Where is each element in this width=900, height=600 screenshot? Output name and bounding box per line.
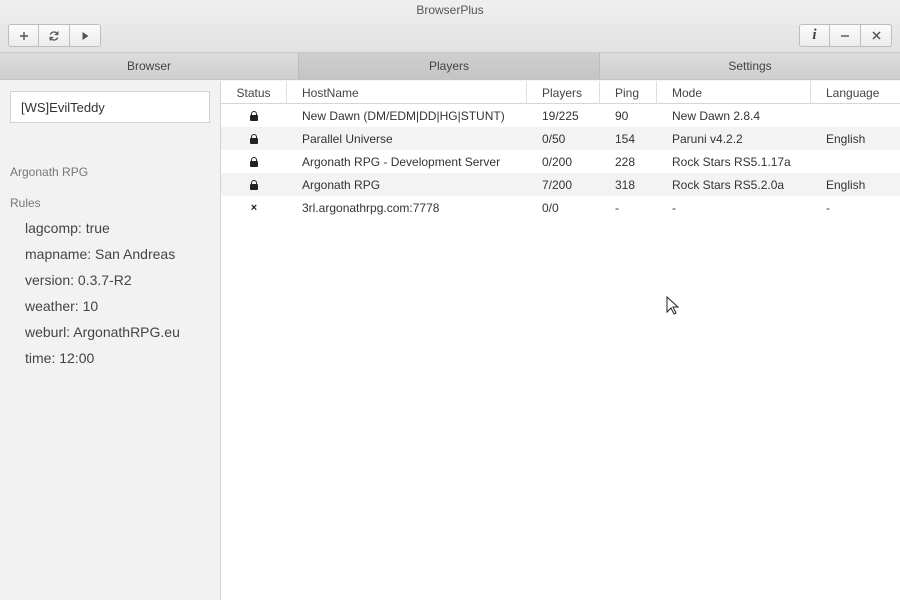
table-row[interactable]: Argonath RPG 7/200 318 Rock Stars RS5.2.…	[221, 173, 900, 196]
mode-cell: New Dawn 2.8.4	[672, 108, 761, 123]
info-icon: i	[812, 27, 817, 43]
info-button[interactable]: i	[799, 24, 830, 47]
language-cell	[811, 104, 900, 127]
ping-cell: 154	[615, 131, 636, 146]
status-cell	[221, 150, 287, 173]
language-cell: English	[826, 131, 866, 146]
close-icon	[871, 31, 881, 40]
tab-players[interactable]: Players	[299, 53, 600, 79]
players-cell: 0/200	[542, 154, 573, 169]
add-server-button[interactable]	[8, 24, 39, 47]
language-cell: -	[826, 200, 830, 215]
tab-bar: Browser Players Settings	[0, 53, 900, 80]
mode-cell: Rock Stars RS5.1.17a	[672, 154, 791, 169]
window-title: BrowserPlus	[416, 3, 484, 17]
ping-cell: 90	[615, 108, 629, 123]
mode-cell: Rock Stars RS5.2.0a	[672, 177, 785, 192]
players-cell: 7/200	[542, 177, 573, 192]
hostname-cell: 3rl.argonathrpg.com:7778	[302, 200, 440, 215]
language-cell	[811, 150, 900, 173]
refresh-button[interactable]	[39, 24, 70, 47]
table-row[interactable]: × 3rl.argonathrpg.com:7778 0/0 - - -	[221, 196, 900, 219]
ping-cell: 318	[615, 177, 636, 192]
rule-item: time: 12:00	[25, 350, 95, 366]
mode-cell: Paruni v4.2.2	[672, 131, 743, 146]
column-header-mode[interactable]: Mode	[657, 81, 811, 104]
status-cell	[221, 104, 287, 127]
hostname-cell: Argonath RPG	[302, 177, 381, 192]
mode-cell: -	[672, 200, 676, 215]
mouse-cursor-icon	[666, 296, 680, 315]
column-header-ping[interactable]: Ping	[600, 81, 657, 104]
rule-item: weburl: ArgonathRPG.eu	[25, 324, 180, 340]
sidebar: Argonath RPG Rules lagcomp: true mapname…	[0, 81, 221, 600]
column-header-hostname[interactable]: HostName	[287, 81, 527, 104]
lock-icon	[250, 180, 258, 190]
hostname-cell: New Dawn (DM/EDM|DD|HG|STUNT)	[302, 108, 505, 123]
status-cell	[221, 173, 287, 196]
toolbar-left	[8, 24, 101, 47]
player-name-input[interactable]	[10, 91, 210, 123]
toolbar-right: i	[799, 24, 892, 47]
table-row[interactable]: Argonath RPG - Development Server 0/200 …	[221, 150, 900, 173]
table-row[interactable]: Parallel Universe 0/50 154 Paruni v4.2.2…	[221, 127, 900, 150]
lock-icon	[250, 111, 258, 121]
players-cell: 19/225	[542, 108, 579, 123]
rule-item: mapname: San Andreas	[25, 246, 176, 262]
table-row[interactable]: New Dawn (DM/EDM|DD|HG|STUNT) 19/225 90 …	[221, 104, 900, 127]
offline-x-icon: ×	[250, 201, 258, 214]
status-cell	[221, 127, 287, 150]
refresh-icon	[49, 30, 59, 41]
players-cell: 0/0	[542, 200, 559, 215]
rules-list: lagcomp: true mapname: San Andreas versi…	[25, 220, 180, 376]
language-cell: English	[826, 177, 866, 192]
lock-icon	[250, 157, 258, 167]
lock-icon	[250, 134, 258, 144]
rule-item: lagcomp: true	[25, 220, 110, 236]
column-header-language[interactable]: Language	[811, 81, 900, 104]
ping-cell: -	[615, 200, 619, 215]
tab-settings[interactable]: Settings	[600, 53, 900, 79]
server-table: Status HostName Players Ping Mode Langua…	[221, 81, 900, 600]
rules-heading: Rules	[10, 196, 41, 210]
column-header-players[interactable]: Players	[527, 81, 600, 104]
table-header: Status HostName Players Ping Mode Langua…	[221, 81, 900, 104]
column-header-status[interactable]: Status	[221, 81, 287, 104]
minimize-button[interactable]	[830, 24, 861, 47]
players-cell: 0/50	[542, 131, 566, 146]
selected-server-name: Argonath RPG	[10, 165, 89, 179]
minimize-icon	[841, 34, 849, 37]
title-bar: BrowserPlus i	[0, 0, 900, 53]
status-cell: ×	[221, 196, 287, 219]
ping-cell: 228	[615, 154, 636, 169]
hostname-cell: Argonath RPG - Development Server	[302, 154, 501, 169]
close-button[interactable]	[861, 24, 892, 47]
connect-button[interactable]	[70, 24, 101, 47]
rule-item: version: 0.3.7-R2	[25, 272, 132, 288]
hostname-cell: Parallel Universe	[302, 131, 393, 146]
rule-item: weather: 10	[25, 298, 99, 314]
tab-browser[interactable]: Browser	[0, 53, 299, 79]
play-icon	[82, 31, 88, 40]
plus-icon	[19, 31, 28, 40]
